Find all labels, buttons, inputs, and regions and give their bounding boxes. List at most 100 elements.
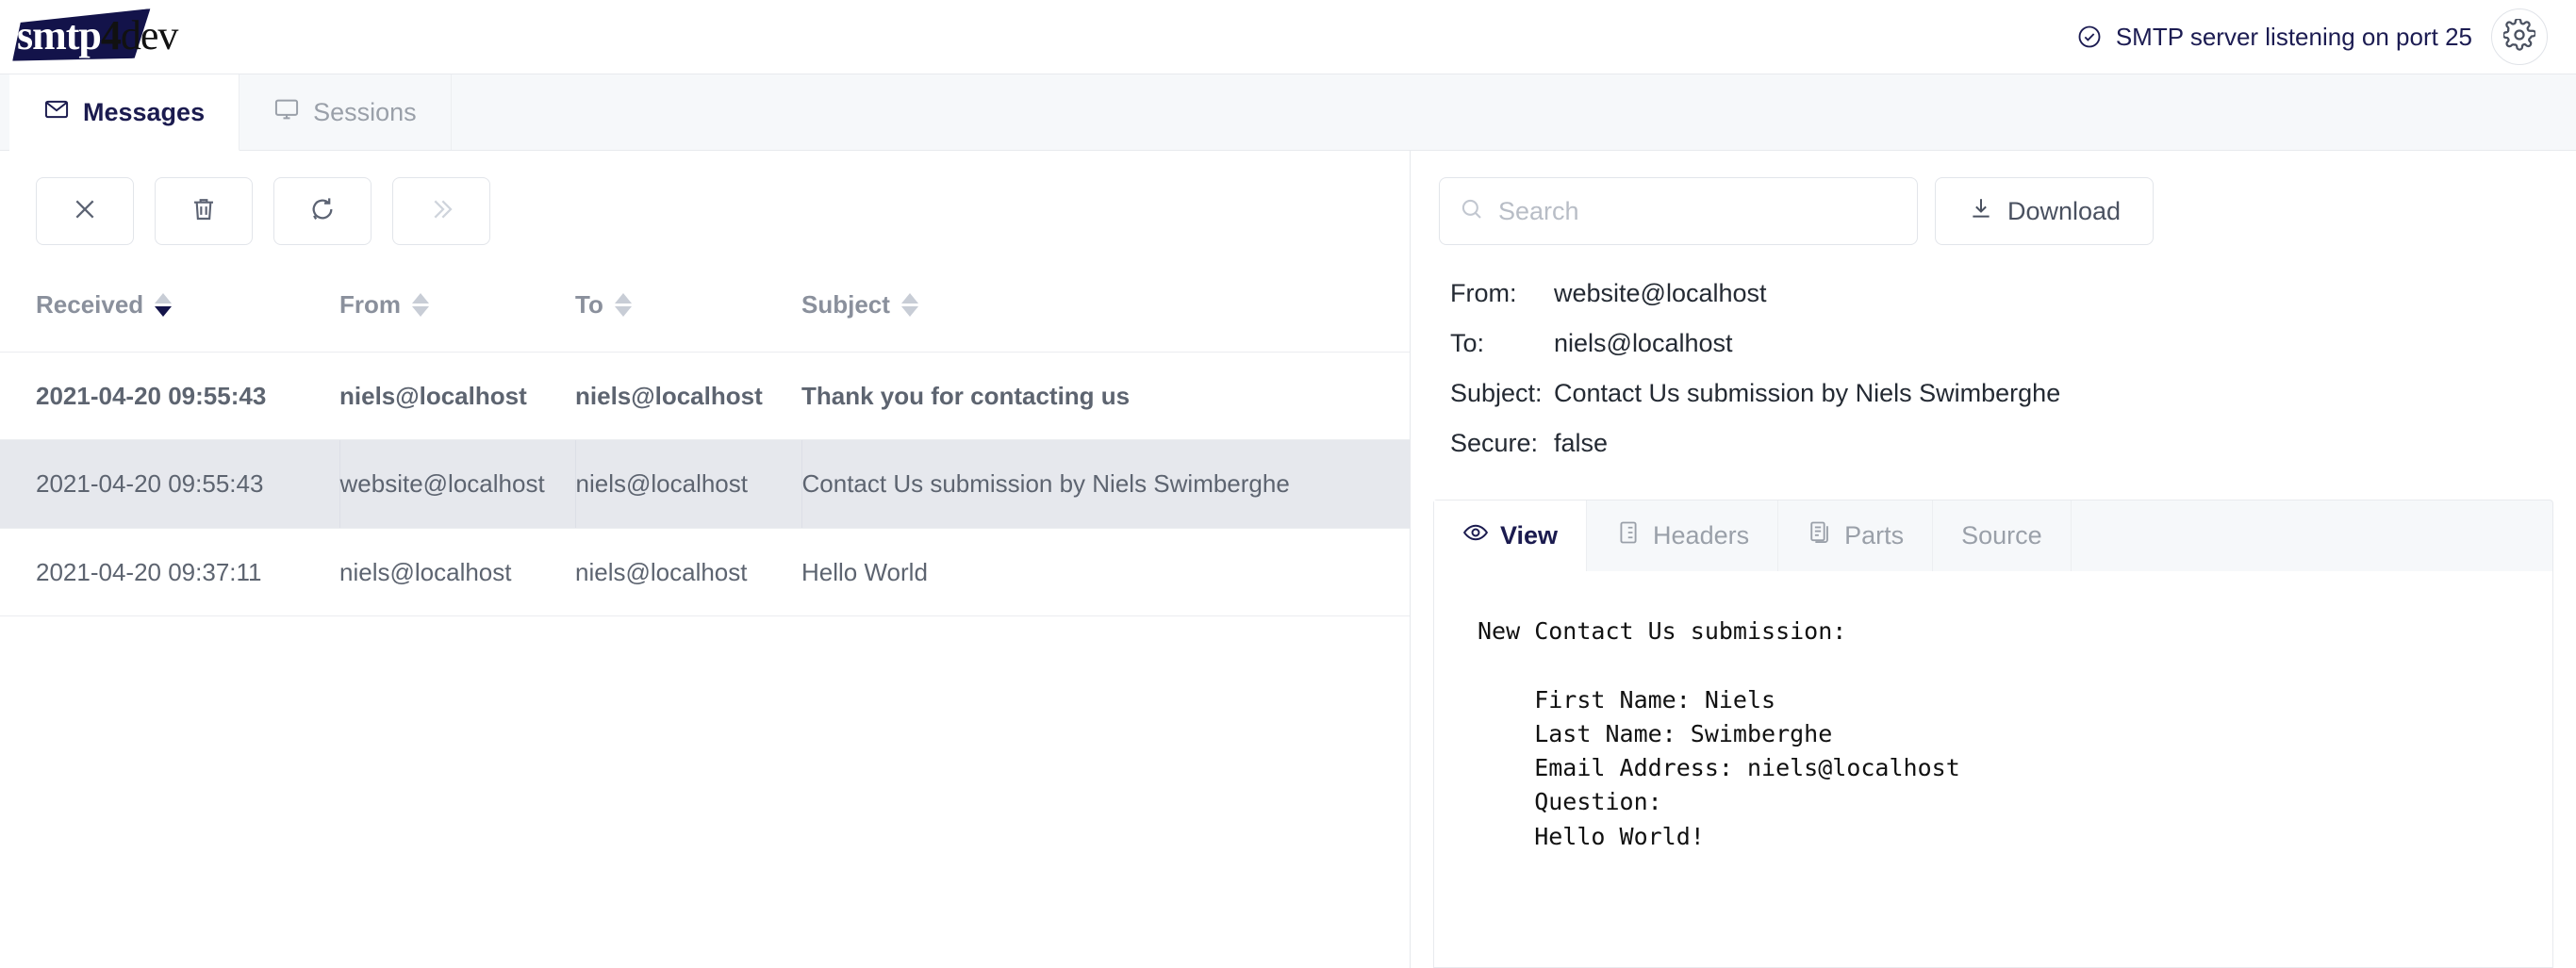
download-button[interactable]: Download <box>1935 177 2155 245</box>
logo-smtp-part: smtp <box>17 12 102 58</box>
app-logo[interactable]: smtp4dev <box>9 8 198 66</box>
detail-field-from: From: website@localhost <box>1450 279 2576 308</box>
column-header-received-label: Received <box>36 290 144 319</box>
sort-asc-caret-icon <box>155 293 173 304</box>
gear-icon <box>2502 17 2537 56</box>
message-detail-pane: Download From: website@localhost To: nie… <box>1411 151 2576 968</box>
search-input[interactable] <box>1498 196 1898 226</box>
cell-subject: Thank you for contacting us <box>801 352 1410 441</box>
sort-indicator-received[interactable] <box>155 293 173 317</box>
settings-button[interactable] <box>2491 8 2548 65</box>
detail-field-subject-value: Contact Us submission by Niels Swimbergh… <box>1554 379 2061 407</box>
copy-document-icon <box>1807 519 1833 552</box>
cell-received: 2021-04-20 09:55:43 <box>0 439 339 529</box>
monitor-icon <box>273 96 300 129</box>
detail-field-to-value: niels@localhost <box>1554 329 1733 357</box>
detail-tab-parts[interactable]: Parts <box>1778 500 1934 571</box>
tab-sessions[interactable]: Sessions <box>239 74 452 150</box>
detail-field-from-value: website@localhost <box>1554 279 1767 307</box>
sort-desc-caret-icon <box>900 306 918 317</box>
message-list-pane: Received From To Subject 2021-04-20 09:5… <box>0 151 1411 968</box>
trash-icon <box>189 194 219 229</box>
main-tabbar: Messages Sessions <box>0 74 2576 151</box>
cell-from: niels@localhost <box>339 528 575 616</box>
detail-body-panel: New Contact Us submission: First Name: N… <box>1433 571 2553 968</box>
tab-messages[interactable]: Messages <box>9 74 240 151</box>
cell-subject: Contact Us submission by Niels Swimbergh… <box>801 439 1410 529</box>
sort-desc-caret-icon <box>155 306 173 317</box>
cell-received: 2021-04-20 09:55:43 <box>0 352 339 441</box>
detail-tabbar: View Headers Parts Source <box>1433 500 2553 571</box>
cell-from: website@localhost <box>339 439 575 529</box>
sort-asc-caret-icon <box>614 293 632 304</box>
detail-tab-source[interactable]: Source <box>1933 500 2072 571</box>
close-icon <box>70 194 100 229</box>
sort-asc-caret-icon <box>900 293 918 304</box>
column-header-from[interactable]: From <box>339 270 575 353</box>
detail-field-from-label: From: <box>1450 279 1517 307</box>
eye-icon <box>1462 519 1489 552</box>
search-icon <box>1459 196 1485 227</box>
sort-desc-caret-icon <box>614 306 632 317</box>
column-header-subject-label: Subject <box>801 290 890 319</box>
cell-to: niels@localhost <box>575 528 801 616</box>
delete-button[interactable] <box>155 177 253 245</box>
detail-field-to: To: niels@localhost <box>1450 329 2576 358</box>
detail-field-secure-value: false <box>1554 429 1609 457</box>
tab-messages-label: Messages <box>83 97 206 126</box>
sort-indicator-to[interactable] <box>614 293 632 317</box>
detail-tab-view[interactable]: View <box>1434 500 1588 571</box>
detail-field-secure: Secure: false <box>1450 429 2576 458</box>
cell-subject: Hello World <box>801 528 1410 616</box>
check-circle-icon <box>2076 24 2103 50</box>
logo-text: smtp4dev <box>17 9 179 62</box>
column-header-to-label: To <box>575 290 603 319</box>
detail-tab-parts-label: Parts <box>1844 521 1905 550</box>
logo-dev-part: dev <box>120 12 179 58</box>
column-header-to[interactable]: To <box>575 270 801 353</box>
search-box[interactable] <box>1439 177 1918 245</box>
server-status: SMTP server listening on port 25 <box>2076 23 2472 52</box>
mail-body-text: New Contact Us submission: First Name: N… <box>1478 617 1960 850</box>
cell-to: niels@localhost <box>574 439 801 529</box>
list-document-icon <box>1615 519 1642 552</box>
refresh-button[interactable] <box>273 177 372 245</box>
sort-indicator-from[interactable] <box>412 293 429 317</box>
table-row[interactable]: 2021-04-20 09:55:43 website@localhost ni… <box>0 439 1410 529</box>
list-toolbar <box>0 151 1410 270</box>
double-chevron-right-icon <box>426 194 456 229</box>
detail-tab-headers[interactable]: Headers <box>1587 500 1779 571</box>
table-row[interactable]: 2021-04-20 09:55:43 niels@localhost niel… <box>0 352 1410 441</box>
smtp4dev-app: smtp4dev SMTP server listening on port 2… <box>0 0 2576 968</box>
cell-to: niels@localhost <box>575 352 801 441</box>
detail-field-secure-label: Secure: <box>1450 429 1539 457</box>
message-table-wrap[interactable]: Received From To Subject 2021-04-20 09:5… <box>0 270 1410 968</box>
column-header-from-label: From <box>339 290 401 319</box>
column-header-received[interactable]: Received <box>0 270 339 353</box>
envelope-icon <box>43 96 70 129</box>
split-body: Received From To Subject 2021-04-20 09:5… <box>0 151 2576 968</box>
sort-desc-caret-icon <box>412 306 429 317</box>
cell-from: niels@localhost <box>339 352 575 441</box>
refresh-icon <box>307 194 338 229</box>
cell-received: 2021-04-20 09:37:11 <box>0 528 339 616</box>
detail-field-subject: Subject: Contact Us submission by Niels … <box>1450 379 2576 408</box>
tab-sessions-label: Sessions <box>313 97 417 126</box>
table-row[interactable]: 2021-04-20 09:37:11 niels@localhost niel… <box>0 528 1410 616</box>
detail-tab-view-label: View <box>1500 521 1559 550</box>
download-button-label: Download <box>2007 196 2122 225</box>
column-header-subject[interactable]: Subject <box>801 270 1410 353</box>
status-area: SMTP server listening on port 25 <box>2076 8 2548 65</box>
sort-asc-caret-icon <box>412 293 429 304</box>
sort-indicator-subject[interactable] <box>900 293 918 317</box>
detail-fields: From: website@localhost To: niels@localh… <box>1411 270 2576 486</box>
download-icon <box>1968 195 1994 228</box>
detail-tab-headers-label: Headers <box>1653 521 1750 550</box>
clear-button[interactable] <box>36 177 134 245</box>
relay-button[interactable] <box>392 177 490 245</box>
message-table: Received From To Subject 2021-04-20 09:5… <box>0 270 1410 616</box>
top-header: smtp4dev SMTP server listening on port 2… <box>0 0 2576 74</box>
logo-4-part: 4 <box>100 12 122 58</box>
message-table-head: Received From To Subject <box>0 270 1410 353</box>
detail-toolbar: Download <box>1411 151 2576 270</box>
